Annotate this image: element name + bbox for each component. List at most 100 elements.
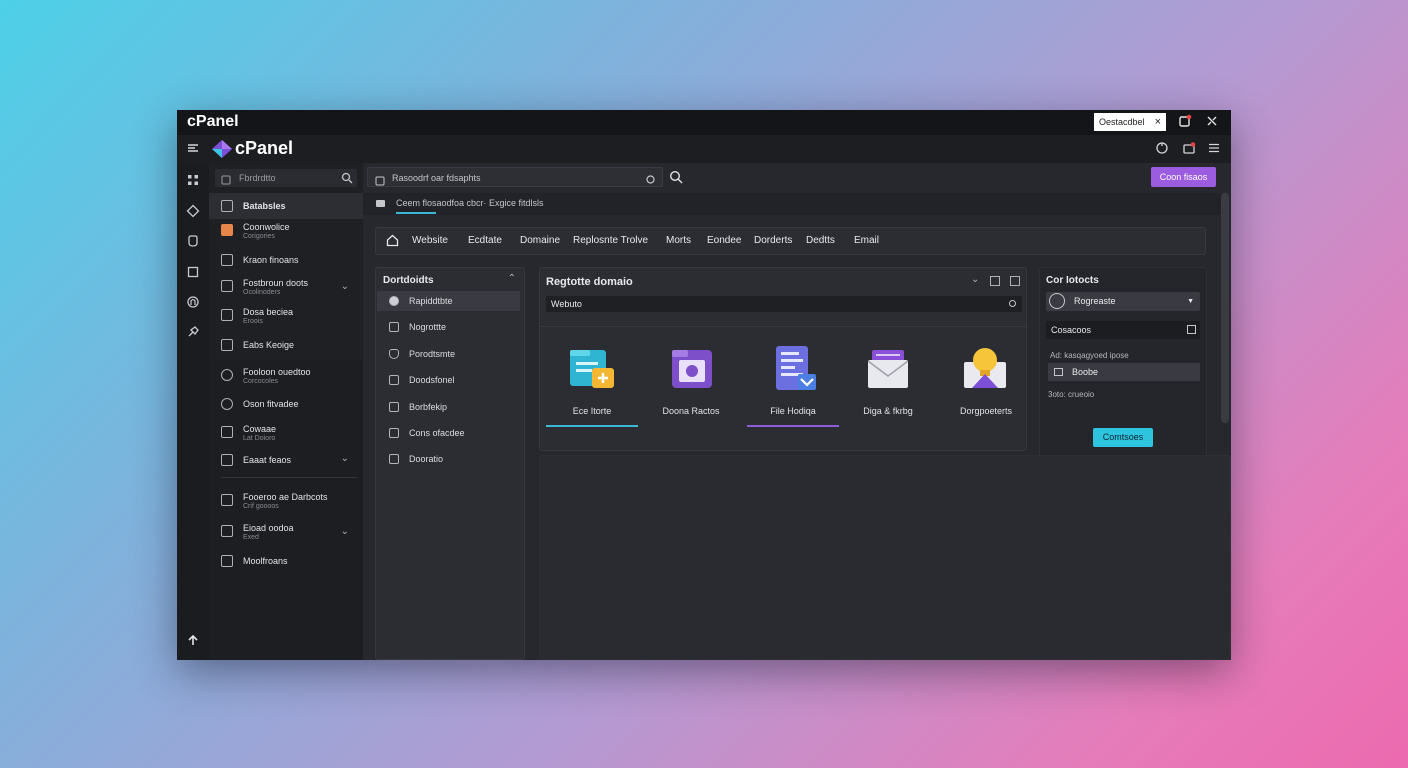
tile-label: Ece Itorte <box>572 406 612 416</box>
nav-item-email[interactable]: Email <box>854 235 879 246</box>
tile-email[interactable]: Diga & fkrbg <box>842 338 934 428</box>
download-chip[interactable]: Oestacdbel × <box>1094 113 1166 131</box>
messages-icon[interactable] <box>1181 141 1197 157</box>
extensions-icon[interactable] <box>185 204 201 220</box>
plugins-icon[interactable] <box>185 325 201 341</box>
tools-icon[interactable] <box>1204 114 1220 130</box>
chevron-up-icon[interactable]: ⌃ <box>508 273 516 284</box>
list-item[interactable]: Borbfekip <box>377 397 520 417</box>
sidebar-item-fooeroo[interactable]: Fooeroo ae Darbcots Crif goooos <box>209 487 363 517</box>
sidebar-item-sub: Lat Doioro <box>243 435 276 442</box>
nav-item-dorderts[interactable]: Dorderts <box>754 235 792 246</box>
hamburger-menu-icon[interactable] <box>1206 141 1222 157</box>
tile-label: File Hodiqa <box>770 406 816 416</box>
nav-item-morts[interactable]: Morts <box>666 235 691 246</box>
search-icon[interactable] <box>669 170 683 189</box>
app-header: cPanel <box>177 135 1231 163</box>
right-panel-select[interactable]: Rogreaste ▼ <box>1046 292 1200 311</box>
left-panel-title: Dortdoidts <box>383 275 434 286</box>
tile-label: Dorgpoeterts <box>959 406 1013 416</box>
notification-icon[interactable] <box>1177 114 1193 130</box>
tile-label: Diga & fkrbg <box>863 406 913 416</box>
list-item[interactable]: Dooratio <box>377 449 520 469</box>
tile-active-underline <box>747 425 839 427</box>
nav-item-replosnte[interactable]: Replosnte Trolve <box>573 235 648 246</box>
sidebar-item-kraon[interactable]: Kraon finoans <box>209 247 363 273</box>
sidebar-item-oson[interactable]: Oson fitvadee <box>209 391 363 417</box>
left-panel: Dortdoidts ⌃ Rapiddtbte Nogrottte Porodt… <box>375 267 525 660</box>
right-panel-input[interactable]: Boobe <box>1048 363 1200 381</box>
search-icon[interactable] <box>341 172 353 190</box>
website-select[interactable]: Webuto <box>546 296 1022 312</box>
nav-item-ecdtate[interactable]: Ecdtate <box>468 235 502 246</box>
list-item[interactable]: Doodsfonel <box>377 370 520 390</box>
list-item[interactable]: Porodtsmte <box>377 344 520 364</box>
help-icon[interactable] <box>1154 141 1170 157</box>
sidebar-item-label: Batabsles <box>243 201 286 211</box>
caret-down-icon: ▼ <box>1187 298 1194 305</box>
document-icon <box>772 344 818 397</box>
home-icon[interactable] <box>386 234 399 250</box>
email-icon <box>866 348 910 395</box>
apps-grid-icon[interactable] <box>185 173 201 189</box>
file-manager-icon <box>568 346 616 397</box>
sidebar-item-eaaat[interactable]: Eaaat feaos ⌄ <box>209 447 363 473</box>
chevron-down-icon[interactable]: ⌄ <box>341 453 349 464</box>
sidebar-item-databases[interactable]: Batabsles <box>209 193 363 219</box>
sidebar-search-input[interactable]: Fbrdrdtto <box>215 169 357 187</box>
chevron-down-icon[interactable]: ⌄ <box>341 526 349 537</box>
domains-icon[interactable] <box>185 295 201 311</box>
main-search-input[interactable]: Rasoodrf oar fdsaphts <box>367 167 663 187</box>
sidebar-item-eioad[interactable]: Eioad oodoa Exed ⌄ <box>209 518 363 548</box>
home-icon[interactable] <box>375 198 386 210</box>
list-item[interactable]: Cons ofacdee <box>377 423 520 443</box>
breadcrumb: Ceem flosaodfoa cbcr· Exgice fitdlsls <box>363 193 1221 215</box>
nav-item-eondee[interactable]: Eondee <box>707 235 741 246</box>
settings-square-icon[interactable] <box>1010 276 1020 286</box>
primary-action-button[interactable]: Coon fisaos <box>1151 167 1216 187</box>
sidebar-item-label: Fooeroo ae Darbcots <box>243 492 328 502</box>
brand-logo-text[interactable]: cPanel <box>235 138 293 159</box>
security-icon[interactable] <box>185 234 201 250</box>
sidebar-item-label: Dosa beciea <box>243 307 294 317</box>
lightbulb-box-icon <box>962 344 1008 397</box>
tile-purple-folder[interactable]: Doona Ractos <box>645 338 737 428</box>
sidebar-item-label: Fooloon ouedtoo <box>243 367 311 377</box>
menu-toggle-icon[interactable] <box>185 141 201 157</box>
files-icon[interactable] <box>185 265 201 281</box>
right-panel-button[interactable]: Comtsoes <box>1093 428 1153 447</box>
sidebar-item-coonwolice[interactable]: Coonwolice Corigories <box>209 220 363 248</box>
sidebar-item-moolfroans[interactable]: Moolfroans <box>209 548 363 574</box>
expand-icon[interactable] <box>990 276 1000 286</box>
sidebar-item-fostbroun[interactable]: Fostbroun doots Ocolinoders ⌄ <box>209 273 363 303</box>
icon-rail <box>177 163 209 660</box>
list-item[interactable]: Rapiddtbte <box>377 291 520 311</box>
nav-item-website[interactable]: Website <box>412 235 448 246</box>
sidebar-item-sub: Eroois <box>243 318 263 325</box>
nav-item-dedtts[interactable]: Dedtts <box>806 235 835 246</box>
center-panel: Regtotte domaio ⌄ Webuto Ece Itorte Doon… <box>539 267 1027 451</box>
settings-icon <box>221 454 233 466</box>
sidebar-item-eabs[interactable]: Eabs Keoige <box>209 332 363 358</box>
sidebar-item-label: Eaaat feaos <box>243 455 292 465</box>
scrollbar[interactable] <box>1221 193 1229 423</box>
chevron-down-icon[interactable]: ⌄ <box>971 274 979 285</box>
sidebar-item-sub: Corigories <box>243 233 275 240</box>
search-clear-icon[interactable] <box>645 172 656 192</box>
list-item[interactable]: Nogrottte <box>377 317 520 337</box>
edit-icon[interactable] <box>1187 325 1196 334</box>
chevron-down-icon[interactable]: ⌄ <box>341 281 349 292</box>
tile-file-manager[interactable]: Ece Itorte <box>546 338 638 428</box>
sidebar-item-dosa[interactable]: Dosa beciea Eroois <box>209 302 363 332</box>
sidebar-item-cowaae[interactable]: Cowaae Lat Doioro <box>209 419 363 449</box>
list-item-label: Doodsfonel <box>409 375 455 385</box>
tile-document[interactable]: File Hodiqa <box>747 338 839 428</box>
scroll-top-icon[interactable] <box>185 633 201 649</box>
breadcrumb-text[interactable]: Ceem flosaodfoa cbcr· Exgice fitdlsls <box>396 198 544 208</box>
download-close-icon[interactable]: × <box>1155 113 1161 131</box>
tile-lightbulb[interactable]: Dorgpoeterts <box>940 338 1032 428</box>
right-panel-row[interactable]: Cosacoos <box>1046 321 1200 339</box>
list-item-label: Rapiddtbte <box>409 296 453 306</box>
sidebar-item-fooloon[interactable]: Fooloon ouedtoo Corcocoles <box>209 362 363 392</box>
nav-item-domaine[interactable]: Domaine <box>520 235 560 246</box>
